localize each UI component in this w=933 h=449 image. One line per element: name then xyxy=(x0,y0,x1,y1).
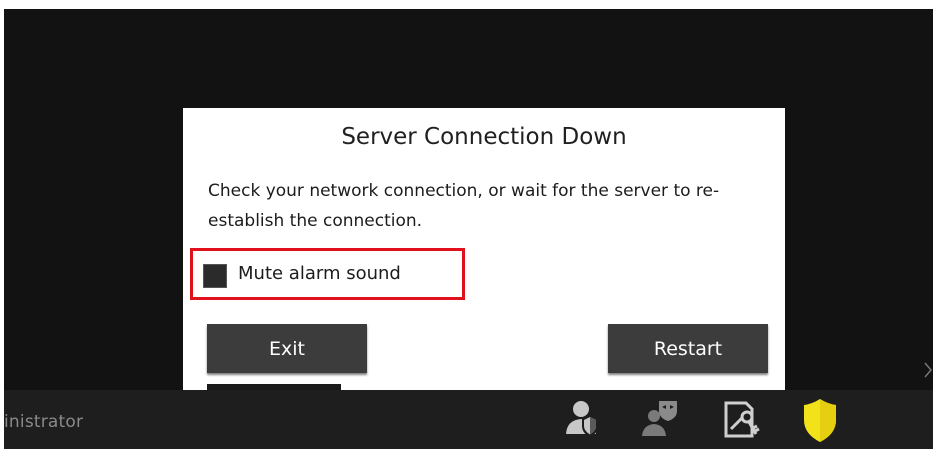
user-name-label: inistrator xyxy=(4,412,84,432)
shield-icon[interactable] xyxy=(798,396,842,442)
user-masked-icon[interactable] xyxy=(637,396,681,440)
chevron-right-icon[interactable] xyxy=(923,359,933,381)
taskbar: inistrator xyxy=(4,390,933,449)
user-admin-icon[interactable] xyxy=(561,396,605,440)
application-window: Server Connection Down Check your networ… xyxy=(4,9,933,449)
mute-alarm-checkbox[interactable] xyxy=(203,264,227,288)
dialog-message: Check your network connection, or wait f… xyxy=(208,181,720,231)
key-edit-icon[interactable] xyxy=(720,396,764,440)
exit-button[interactable]: Exit xyxy=(207,324,367,373)
dialog-title: Server Connection Down xyxy=(341,124,627,150)
server-connection-dialog: Server Connection Down Check your networ… xyxy=(183,108,785,390)
restart-button[interactable]: Restart xyxy=(608,324,768,373)
mute-alarm-label[interactable]: Mute alarm sound xyxy=(238,263,401,284)
